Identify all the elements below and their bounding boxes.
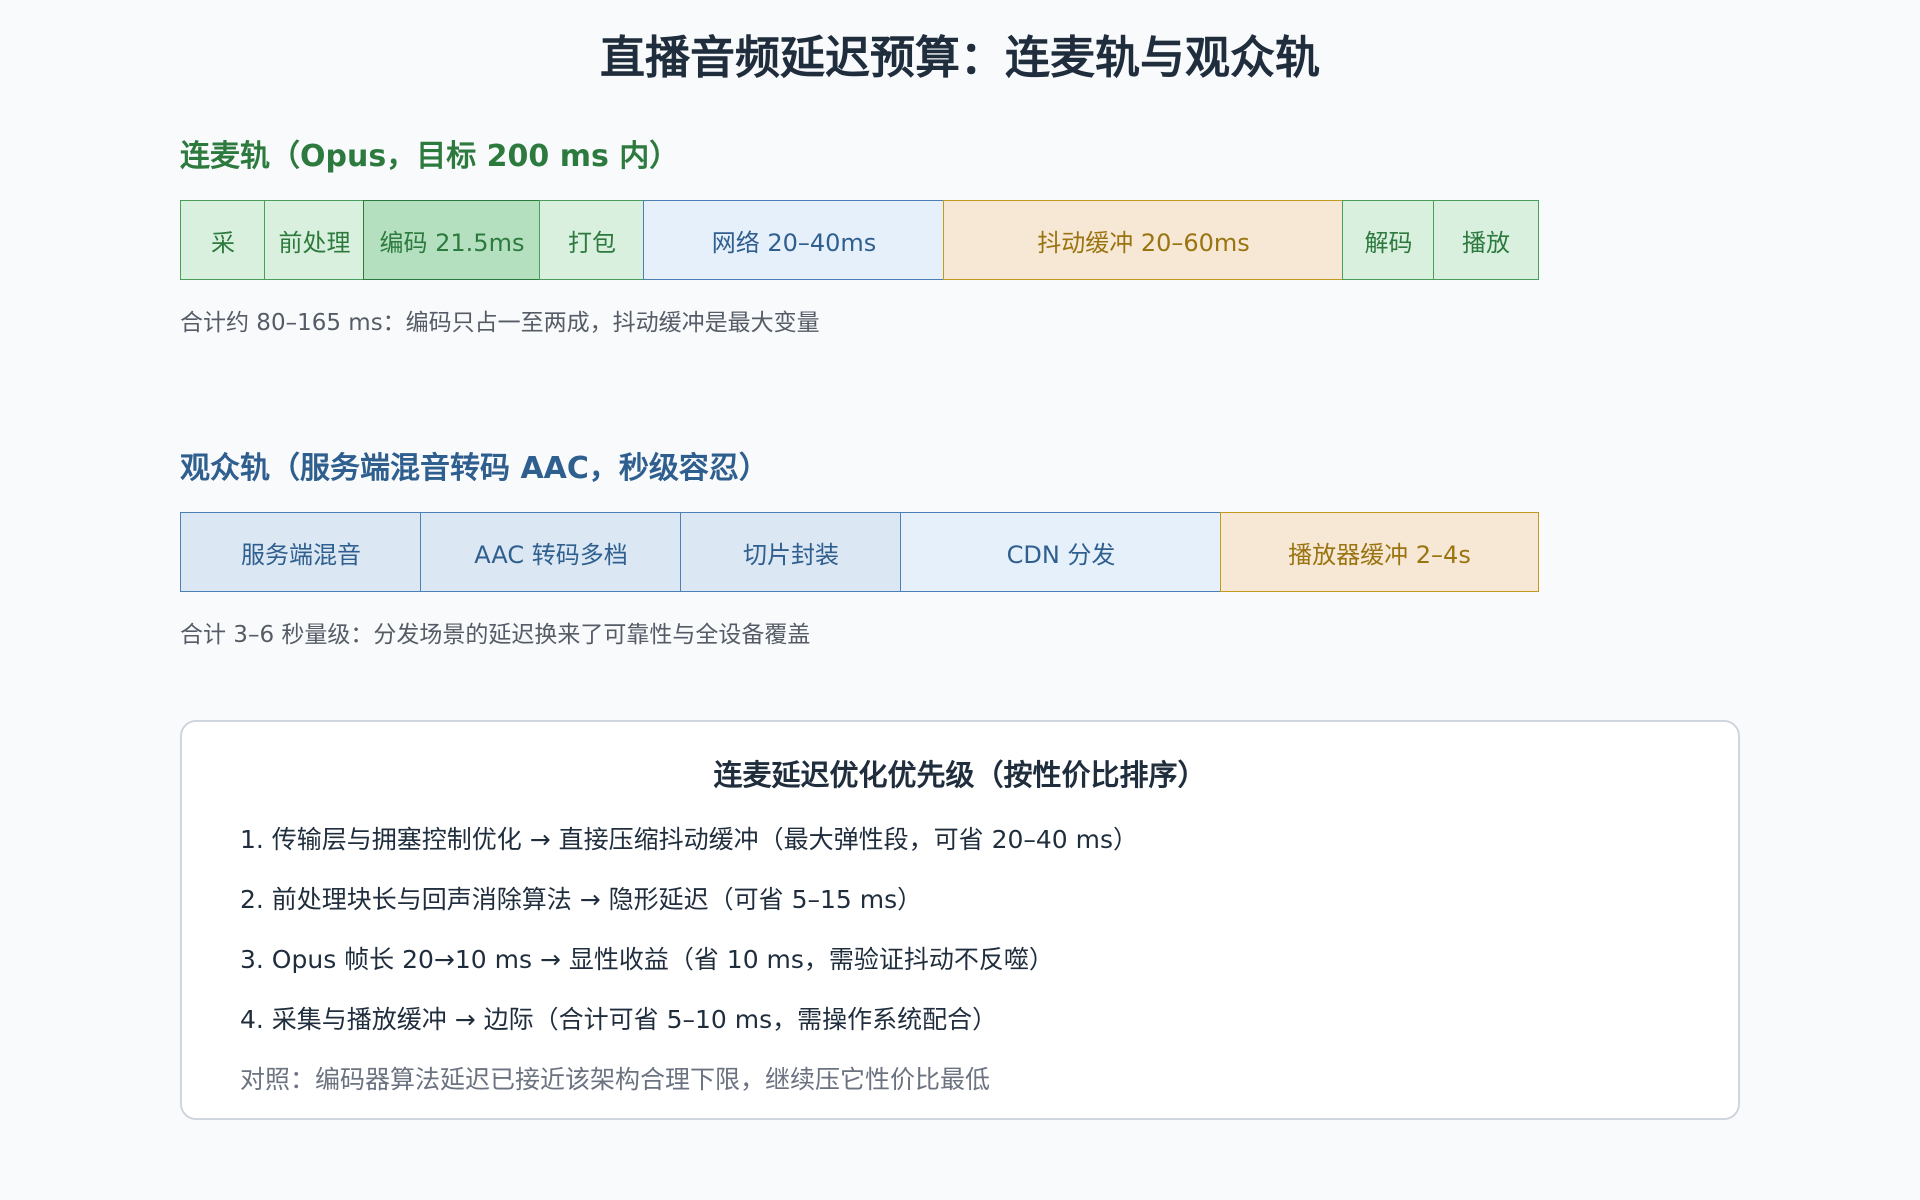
audience-segment-server-mix: 服务端混音 [180, 512, 422, 592]
audience-segment-packaging: 切片封装 [680, 512, 902, 592]
audience-segment-cdn: CDN 分发 [900, 512, 1222, 592]
page-title: 直播音频延迟预算：连麦轨与观众轨 [599, 31, 1320, 84]
priority-item: 2. 前处理块长与回声消除算法 → 隐形延迟（可省 5–15 ms） [240, 885, 923, 914]
priority-item: 3. Opus 帧长 20→10 ms → 显性收益（省 10 ms，需验证抖动… [240, 945, 1054, 974]
audience-track-note: 合计 3–6 秒量级：分发场景的延迟换来了可靠性与全设备覆盖 [180, 622, 811, 648]
priority-box: 连麦延迟优化优先级（按性价比排序） 1. 传输层与拥塞控制优化 → 直接压缩抖动… [180, 720, 1740, 1120]
audience-segment-aac-transcode: AAC 转码多档 [420, 512, 682, 592]
mic-segment-capture: 采 [180, 200, 266, 280]
mic-segment-decode: 解码 [1342, 200, 1435, 280]
priority-item: 1. 传输层与拥塞控制优化 → 直接压缩抖动缓冲（最大弹性段，可省 20–40 … [240, 825, 1139, 854]
mic-segment-network: 网络 20–40ms [643, 200, 945, 280]
mic-track-note: 合计约 80–165 ms：编码只占一至两成，抖动缓冲是最大变量 [180, 310, 820, 336]
priority-item: 4. 采集与播放缓冲 → 边际（合计可省 5–10 ms，需操作系统配合） [240, 1005, 998, 1034]
mic-segment-playback: 播放 [1433, 200, 1539, 280]
mic-segment-jitter-buffer: 抖动缓冲 20–60ms [943, 200, 1344, 280]
mic-segment-packetize: 打包 [539, 200, 645, 280]
mic-segment-encode: 编码 21.5ms [363, 200, 541, 280]
audience-segment-player-buffer: 播放器缓冲 2–4s [1220, 512, 1539, 592]
priority-box-title: 连麦延迟优化优先级（按性价比排序） [713, 758, 1207, 792]
audience-track-heading: 观众轨（服务端混音转码 AAC，秒级容忍） [180, 451, 769, 486]
mic-track-heading: 连麦轨（Opus，目标 200 ms 内） [180, 139, 680, 174]
mic-segment-preprocess: 前处理 [264, 200, 365, 280]
priority-contrast-note: 对照：编码器算法延迟已接近该架构合理下限，继续压它性价比最低 [240, 1065, 991, 1094]
